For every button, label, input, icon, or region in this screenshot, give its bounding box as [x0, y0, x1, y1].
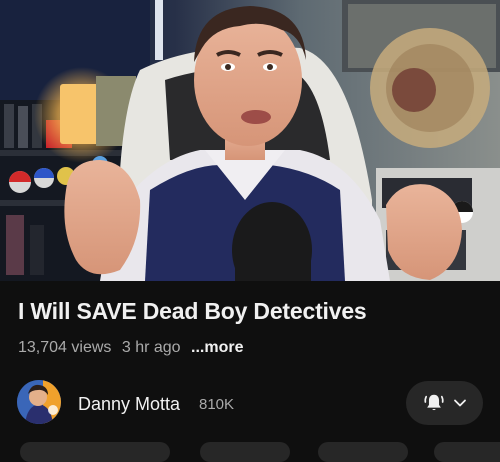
video-meta[interactable]: 13,704 views 3 hr ago ...more — [18, 339, 249, 357]
video-thumbnail-image — [0, 0, 500, 281]
action-chips-row — [0, 442, 500, 462]
view-count: 13,704 views — [18, 339, 112, 356]
bell-ring-icon — [424, 394, 444, 411]
upload-age: 3 hr ago — [121, 339, 181, 356]
action-chip[interactable] — [434, 442, 500, 462]
video-title[interactable]: I Will SAVE Dead Boy Detectives — [18, 298, 488, 325]
subscriber-count: 810K — [199, 396, 235, 413]
action-chip[interactable] — [200, 442, 290, 462]
channel-name[interactable]: Danny Motta — [78, 394, 180, 415]
action-chip[interactable] — [318, 442, 408, 462]
channel-avatar[interactable] — [17, 380, 61, 424]
action-chip[interactable] — [20, 442, 170, 462]
subscribed-notifications-button[interactable] — [406, 381, 483, 425]
more-link[interactable]: ...more — [191, 339, 243, 356]
video-player[interactable] — [0, 0, 500, 281]
avatar-image — [17, 380, 61, 424]
chevron-down-icon — [454, 399, 466, 407]
channel-row: Danny Motta 810K — [0, 378, 500, 428]
